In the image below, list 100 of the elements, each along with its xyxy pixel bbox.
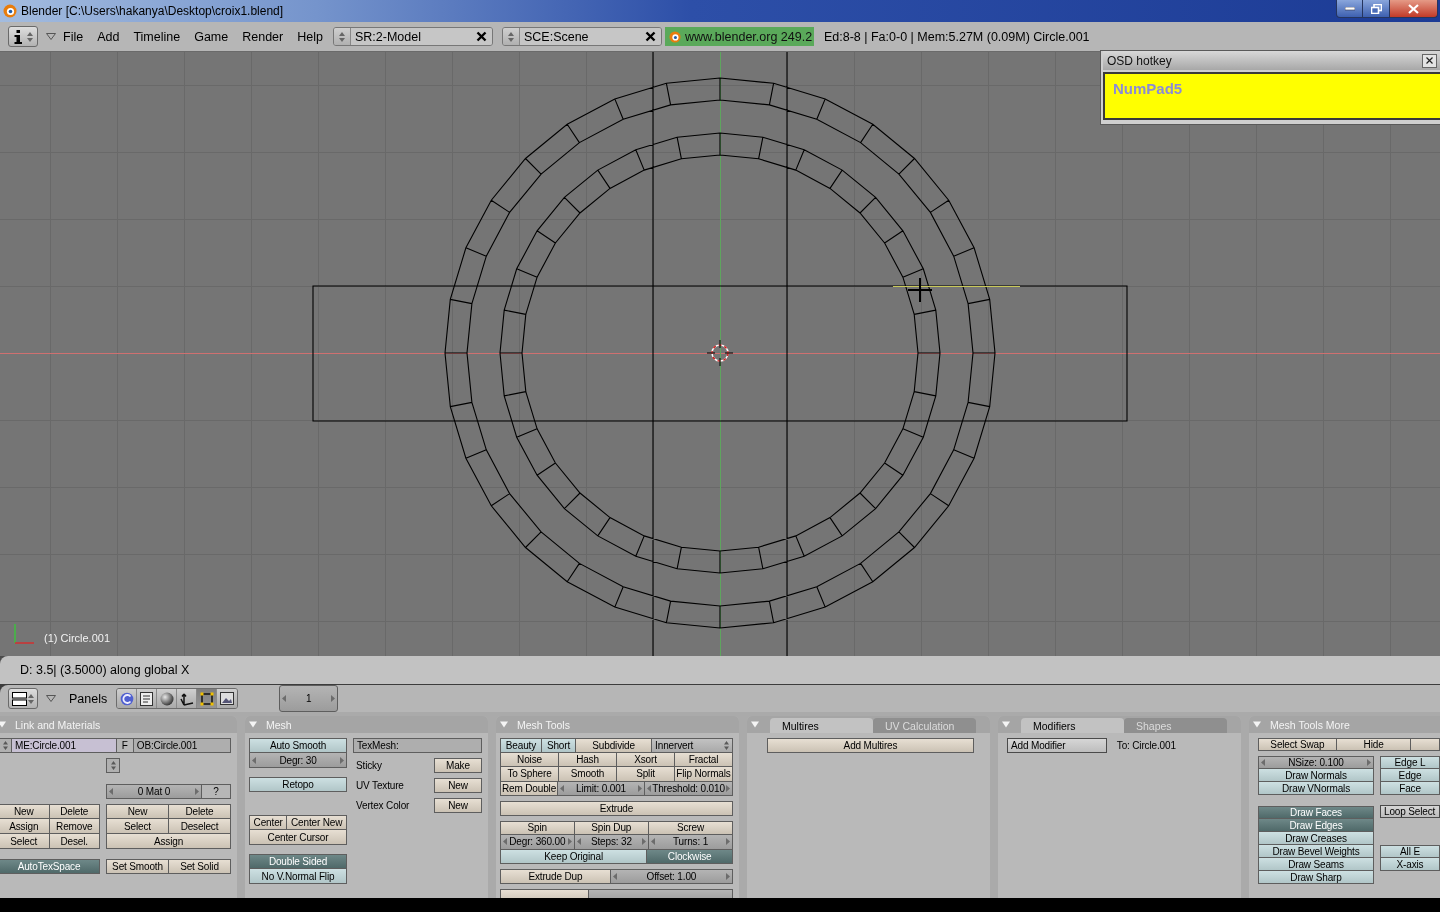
collapse-triangle-icon[interactable] — [0, 721, 6, 728]
tool-button[interactable]: Assign — [106, 834, 231, 849]
number-field[interactable]: Offset: 1.00 — [610, 869, 733, 884]
editor-type-button[interactable] — [8, 26, 38, 47]
tool-button[interactable]: Select Swap — [1258, 738, 1337, 751]
toggle-button[interactable]: Short — [541, 738, 577, 753]
tool-button[interactable]: New — [433, 798, 482, 813]
tool-button[interactable]: Screw — [649, 820, 733, 835]
dropdown-menu[interactable]: Innervert — [652, 738, 733, 753]
context-tab[interactable] — [197, 689, 218, 708]
collapse-triangle-icon[interactable] — [751, 721, 759, 728]
tool-button[interactable]: Assign — [0, 819, 50, 834]
tool-button[interactable]: Make — [433, 758, 482, 773]
tool-button[interactable]: Add Multires — [767, 738, 974, 753]
collapse-triangle-icon[interactable] — [1253, 721, 1261, 728]
panel-tab[interactable]: Multires — [770, 718, 873, 733]
right-arrow-icon[interactable] — [726, 784, 730, 792]
tool-button[interactable] — [1411, 738, 1440, 751]
toggle-button[interactable]: Auto Smooth — [249, 738, 347, 753]
close-button[interactable] — [1390, 0, 1438, 18]
tool-button[interactable]: New — [106, 804, 169, 819]
toggle-button[interactable]: No V.Normal Flip — [249, 869, 347, 884]
tool-button[interactable]: Center New — [287, 815, 347, 830]
tool-button[interactable]: Extrude Dup — [500, 869, 611, 884]
toggle-button[interactable]: Draw Bevel Weights — [1258, 845, 1374, 858]
context-tab[interactable] — [177, 689, 198, 708]
dropdown-triangle-icon[interactable] — [46, 695, 56, 702]
tool-button[interactable]: Spin — [500, 820, 575, 835]
left-arrow-icon[interactable] — [576, 838, 581, 846]
version-badge[interactable]: www.blender.org 249.2 — [664, 27, 814, 46]
right-arrow-icon[interactable] — [726, 838, 730, 846]
menu-item[interactable]: Timeline — [126, 26, 188, 47]
right-arrow-icon[interactable] — [567, 838, 572, 846]
tool-button[interactable]: New — [0, 804, 50, 819]
context-tab[interactable] — [137, 689, 158, 708]
toggle-button[interactable]: Beauty — [500, 738, 542, 753]
toggle-button[interactable]: Face — [1380, 782, 1440, 795]
toggle-button[interactable]: X-axis — [1380, 858, 1440, 871]
left-arrow-icon[interactable] — [252, 756, 256, 764]
left-arrow-icon[interactable] — [647, 784, 652, 792]
browse-button[interactable] — [106, 758, 120, 773]
right-arrow-icon[interactable] — [642, 838, 647, 846]
left-arrow-icon[interactable] — [109, 788, 113, 795]
toggle-button[interactable]: All E — [1380, 845, 1440, 858]
tool-button[interactable]: Smooth — [559, 767, 617, 782]
number-field[interactable]: 1 — [279, 685, 339, 712]
datablock-field[interactable]: ME:Circle.001 — [12, 738, 117, 753]
right-arrow-icon[interactable] — [331, 695, 336, 702]
toggle-button[interactable]: Double Sided — [249, 854, 347, 869]
menu-item[interactable]: Render — [235, 26, 291, 47]
tool-button[interactable]: Delete — [169, 804, 231, 819]
menu-item[interactable]: Panels — [62, 688, 115, 709]
menu-item[interactable]: Game — [187, 26, 236, 47]
toggle-button[interactable]: Draw Creases — [1258, 832, 1374, 845]
tool-button[interactable]: Center Cursor — [249, 830, 347, 845]
text-field[interactable]: OB:Circle.001 — [133, 738, 231, 753]
toggle-button[interactable]: Draw Normals — [1258, 769, 1374, 782]
menu-item[interactable]: Help — [290, 26, 330, 47]
toggle-button[interactable]: AutoTexSpace — [0, 859, 100, 874]
toggle-button[interactable]: Draw VNormals — [1258, 782, 1374, 795]
toggle-button[interactable]: Draw Edges — [1258, 819, 1374, 832]
tool-button[interactable]: Set Solid — [169, 859, 231, 874]
left-arrow-icon[interactable] — [282, 695, 287, 702]
number-field[interactable]: Steps: 32 — [574, 835, 650, 850]
tool-button[interactable]: Subdivide — [576, 738, 653, 753]
tool-button[interactable]: Deselect — [169, 819, 231, 834]
right-arrow-icon[interactable] — [638, 784, 643, 792]
3d-cursor-icon[interactable] — [706, 339, 734, 367]
tool-button[interactable]: Center — [249, 815, 288, 830]
context-tab[interactable] — [157, 689, 178, 708]
left-arrow-icon[interactable] — [612, 872, 617, 880]
tool-button[interactable]: Spin Dup — [574, 820, 649, 835]
right-arrow-icon[interactable] — [194, 788, 199, 795]
maximize-button[interactable] — [1363, 0, 1390, 18]
toggle-button[interactable]: Draw Sharp — [1258, 871, 1374, 884]
3d-viewport[interactable]: (1) Circle.001 OSD hotkey NumPad5 — [0, 52, 1440, 656]
tool-button[interactable]: Select — [0, 834, 50, 849]
number-field[interactable]: Degr: 30 — [249, 753, 347, 768]
menu-button[interactable]: Loop Select — [1380, 805, 1440, 818]
minimize-button[interactable] — [1336, 0, 1363, 18]
collapse-triangle-icon[interactable] — [1002, 721, 1010, 728]
right-arrow-icon[interactable] — [726, 872, 730, 880]
left-arrow-icon[interactable] — [651, 838, 656, 846]
tool-button[interactable]: Flip Normals — [675, 767, 733, 782]
close-button[interactable] — [1422, 53, 1437, 68]
tool-button[interactable]: To Sphere — [500, 767, 559, 782]
menu-item[interactable]: File — [56, 26, 91, 47]
tool-button[interactable]: Set Smooth — [106, 859, 169, 874]
dropdown-triangle-icon[interactable] — [46, 33, 56, 40]
number-field[interactable]: Turns: 1 — [649, 835, 733, 850]
collapse-triangle-icon[interactable] — [500, 721, 508, 728]
left-arrow-icon[interactable] — [1261, 759, 1265, 766]
number-field[interactable]: Degr: 360.00 — [500, 835, 575, 850]
left-arrow-icon[interactable] — [560, 784, 565, 792]
tool-button[interactable]: Delete — [49, 804, 100, 819]
menu-button[interactable]: Add Modifier — [1007, 738, 1107, 753]
collapse-triangle-icon[interactable] — [249, 721, 257, 728]
browse-button[interactable] — [0, 738, 12, 753]
tool-button[interactable]: Remove — [49, 819, 100, 834]
tool-button[interactable]: Extrude — [500, 801, 733, 816]
